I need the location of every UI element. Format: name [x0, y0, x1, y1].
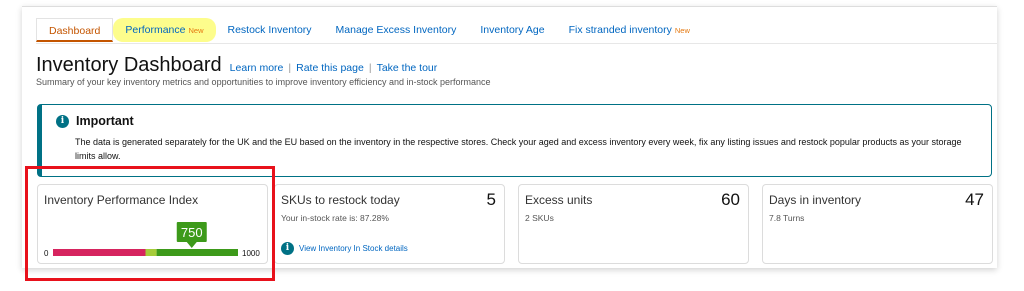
- inventory-dashboard-panel: Dashboard Performance New Restock Invento…: [22, 6, 997, 268]
- important-notice: i Important The data is generated separa…: [37, 104, 992, 177]
- tab-dashboard[interactable]: Dashboard: [36, 18, 114, 42]
- ipi-gauge: 0 1000 750: [44, 222, 260, 258]
- days-title: Days in inventory: [769, 193, 862, 207]
- tab-restock-inventory[interactable]: Restock Inventory: [216, 18, 324, 42]
- notice-header: i Important: [56, 114, 134, 128]
- notice-text: The data is generated separately for the…: [75, 137, 962, 161]
- tab-bar: Dashboard Performance New Restock Invento…: [36, 16, 702, 44]
- ipi-card: Inventory Performance Index 0 1000 750: [37, 184, 268, 264]
- ipi-band-0: [53, 249, 146, 256]
- inventory-turns: 7.8 Turns: [769, 213, 805, 223]
- in-stock-rate: Your in-stock rate is: 87.28%: [281, 213, 389, 223]
- tab-performance[interactable]: Performance New: [113, 18, 216, 42]
- ipi-max-label: 1000: [242, 249, 260, 258]
- ipi-band-2: [156, 249, 238, 256]
- tab-label: Inventory Age: [480, 24, 545, 36]
- tab-label: Dashboard: [49, 25, 101, 37]
- tab-label: Restock Inventory: [227, 24, 312, 36]
- ipi-min-label: 0: [44, 249, 49, 258]
- tab-label: Performance: [125, 24, 186, 36]
- notice-title: Important: [76, 114, 134, 128]
- excess-units-card: Excess units 60 2 SKUs: [518, 184, 749, 264]
- view-in-stock-details-link[interactable]: View Inventory In Stock details: [299, 244, 408, 253]
- excess-title: Excess units: [525, 193, 593, 207]
- ipi-bands: [53, 249, 238, 256]
- link-separator: |: [368, 62, 372, 74]
- skus-to-restock-card: SKUs to restock today 5 Your in-stock ra…: [274, 184, 505, 264]
- take-the-tour-link[interactable]: Take the tour: [377, 62, 438, 74]
- excess-value: 60: [721, 190, 740, 209]
- page-subtitle: Summary of your key inventory metrics an…: [36, 77, 491, 87]
- new-badge: New: [188, 26, 204, 35]
- in-stock-details: i View Inventory In Stock details: [281, 242, 408, 255]
- new-badge: New: [674, 26, 690, 35]
- tab-label: Fix stranded inventory: [568, 24, 672, 36]
- days-in-inventory-card: Days in inventory 47 7.8 Turns: [762, 184, 993, 264]
- excess-skus: 2 SKUs: [525, 213, 554, 223]
- info-icon: i: [281, 242, 294, 255]
- ipi-score-pointer: [186, 242, 197, 248]
- page-title: Inventory Dashboard: [36, 54, 222, 76]
- link-separator: |: [288, 62, 292, 74]
- tab-label: Manage Excess Inventory: [335, 24, 457, 36]
- days-value: 47: [965, 190, 984, 209]
- restock-value: 5: [486, 190, 496, 209]
- tab-manage-excess-inventory[interactable]: Manage Excess Inventory: [324, 18, 469, 42]
- page-header: Inventory Dashboard Learn more | Rate th…: [36, 54, 437, 77]
- tab-divider: [36, 43, 997, 44]
- ipi-band-1: [145, 249, 157, 256]
- ipi-score-value: 750: [181, 225, 203, 240]
- tab-inventory-age[interactable]: Inventory Age: [468, 18, 556, 42]
- ipi-score-marker: 750: [176, 222, 207, 248]
- header-links: Learn more | Rate this page | Take the t…: [230, 62, 438, 74]
- tab-fix-stranded-inventory[interactable]: Fix stranded inventory New: [557, 18, 702, 42]
- rate-this-page-link[interactable]: Rate this page: [296, 62, 364, 74]
- restock-title: SKUs to restock today: [281, 193, 400, 207]
- learn-more-link[interactable]: Learn more: [230, 62, 284, 74]
- info-icon: i: [56, 114, 69, 128]
